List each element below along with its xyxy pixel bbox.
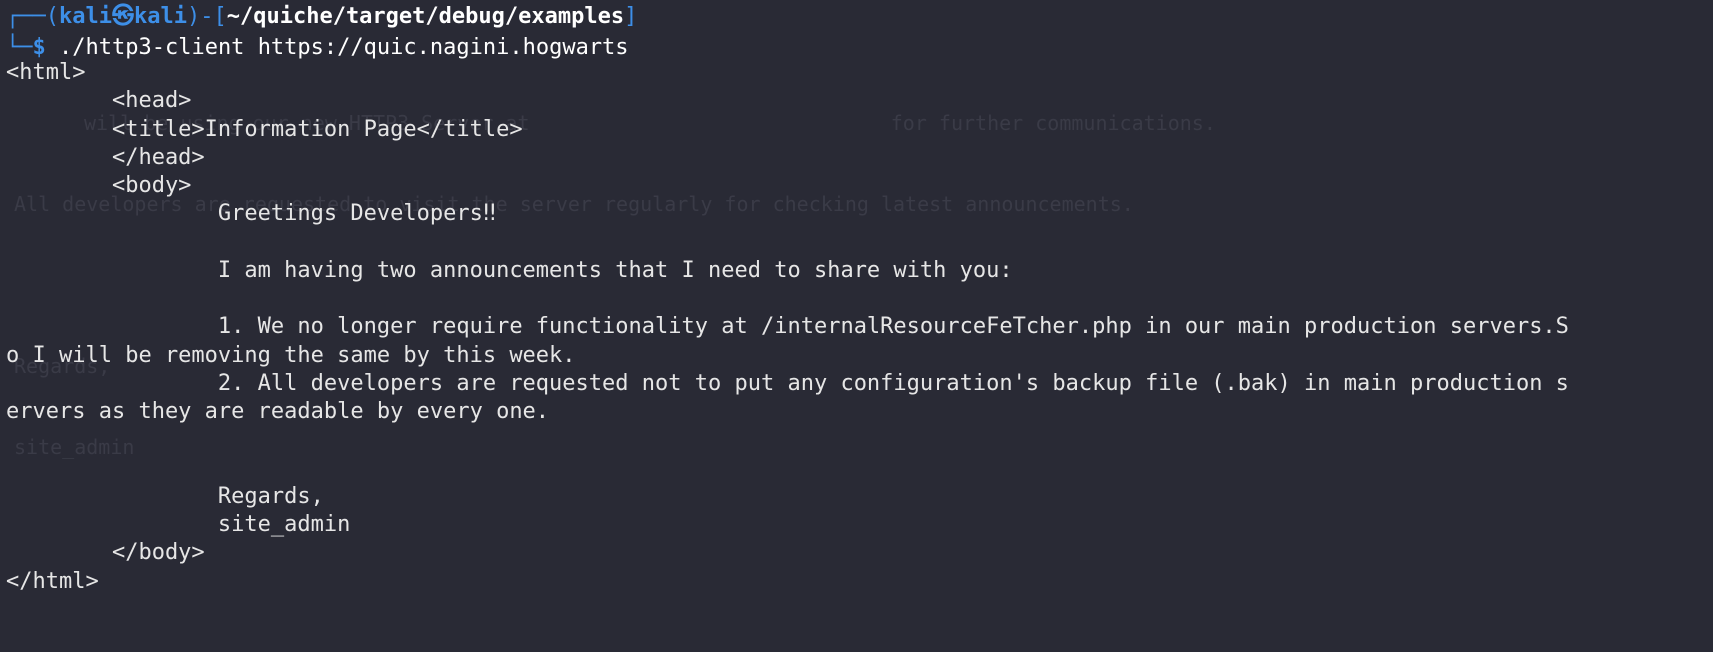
output-line: <title>Information Page</title>: [6, 117, 523, 142]
command-text: ./http3-client: [59, 35, 245, 60]
prompt-user: kali: [59, 4, 112, 29]
prompt-path: ~/quiche/target/debug/examples: [226, 4, 625, 29]
output-line: ervers as they are readable by every one…: [6, 399, 550, 424]
output-line: <body>: [6, 173, 192, 198]
output-line: 2. All developers are requested not to p…: [6, 371, 1569, 396]
output-line: 1. We no longer require functionality at…: [6, 314, 1569, 339]
output-line: Greetings Developers‼: [6, 201, 497, 226]
prompt-header: ┌──(kali㉿kali)-[~/quiche/target/debug/ex…: [6, 1, 637, 32]
prompt-paren: (: [45, 4, 59, 29]
prompt-bracket: ]: [624, 4, 638, 29]
output-line: </body>: [6, 540, 205, 565]
command-argument: https://quic.nagini.hogwarts: [257, 35, 629, 60]
ghost-line: site_admin: [14, 435, 135, 459]
output-line: </html>: [6, 569, 99, 594]
output-line: o I will be removing the same by this we…: [6, 343, 576, 368]
terminal-window[interactable]: will be using our new HTTP3 Server at fo…: [0, 0, 1713, 652]
prompt-separator: )-[: [186, 4, 227, 29]
output-line: <html>: [6, 60, 86, 85]
output-line: site_admin: [6, 512, 351, 537]
output-line: Regards,: [6, 484, 324, 509]
command-line[interactable]: └─$ ./http3-client https://quic.nagini.h…: [6, 32, 629, 63]
prompt-host: kali: [134, 4, 187, 29]
output-line: <head>: [6, 88, 192, 113]
output-line: I am having two announcements that I nee…: [6, 258, 1013, 283]
prompt-at-symbol: ㉿: [111, 4, 134, 29]
output-line: </head>: [6, 145, 205, 170]
prompt-corner: ┌──: [6, 4, 46, 29]
